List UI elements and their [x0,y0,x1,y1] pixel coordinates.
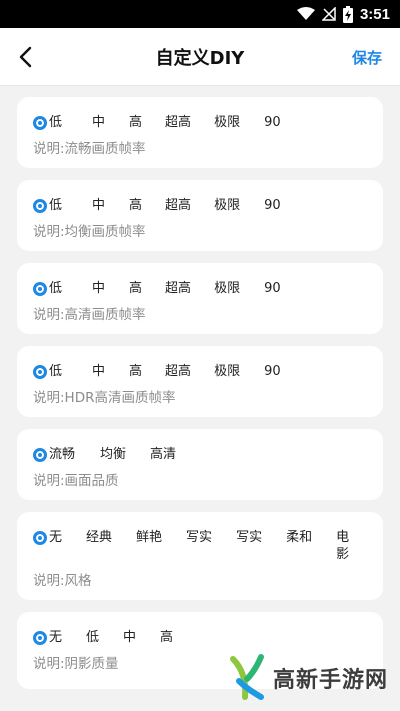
option-low[interactable]: 低 [33,114,62,131]
option-medium[interactable]: 中 [92,197,105,214]
card-description: 说明:风格 [33,573,92,589]
option-soft[interactable]: 柔和 [286,529,312,546]
app-bar: 自定义DIY 保存 [0,28,400,86]
option-90[interactable]: 90 [264,197,281,214]
option-low[interactable]: 低 [86,629,99,646]
card-description: 说明:HDR高清画质帧率 [33,390,176,406]
option-ultra[interactable]: 超高 [165,114,191,131]
option-high[interactable]: 高 [160,629,173,646]
option-ultra[interactable]: 超高 [165,363,191,380]
option-movie[interactable]: 电影 [336,529,350,563]
card-description: 说明:流畅画质帧率 [33,141,146,157]
back-arrow-icon [19,46,32,68]
setting-card-picture-quality: 流畅 均衡 高清 说明:画面品质 [17,429,383,500]
setting-card-hd-fps: 低 中 高 超高 极限 90 说明:高清画质帧率 [17,263,383,334]
radio-selected-icon [33,530,47,545]
option-high[interactable]: 高 [129,363,142,380]
radio-selected-icon [33,364,47,379]
option-classic[interactable]: 经典 [86,529,112,546]
card-description: 说明:高清画质帧率 [33,307,146,323]
option-realistic-2[interactable]: 写实 [236,529,262,546]
setting-card-style: 无 经典 鲜艳 写实 写实 柔和 电影 说明:风格 [17,512,383,600]
status-bar: 3:51 [0,0,400,28]
option-row: 无 经典 鲜艳 写实 写实 柔和 电影 [33,529,371,563]
option-smooth[interactable]: 流畅 [33,446,75,463]
option-row: 低 中 高 超高 极限 90 [33,114,371,131]
option-row: 低 中 高 超高 极限 90 [33,363,371,380]
option-low[interactable]: 低 [33,363,62,380]
option-high[interactable]: 高 [129,280,142,297]
option-extreme[interactable]: 极限 [214,280,240,297]
option-ultra[interactable]: 超高 [165,280,191,297]
setting-card-hdr-fps: 低 中 高 超高 极限 90 说明:HDR高清画质帧率 [17,346,383,417]
page-title: 自定义DIY [155,47,245,69]
option-90[interactable]: 90 [264,280,281,297]
option-realistic[interactable]: 写实 [186,529,212,546]
option-medium[interactable]: 中 [92,114,105,131]
back-button[interactable] [10,42,40,72]
radio-selected-icon [33,281,47,296]
radio-selected-icon [33,115,47,130]
option-none[interactable]: 无 [33,629,62,646]
option-low[interactable]: 低 [33,280,62,297]
option-vivid[interactable]: 鲜艳 [136,529,162,546]
watermark: 高新手游网 [225,653,388,703]
no-signal-icon [321,7,336,21]
option-balanced[interactable]: 均衡 [100,446,126,463]
option-row: 低 中 高 超高 极限 90 [33,197,371,214]
option-none[interactable]: 无 [33,529,62,546]
save-button[interactable]: 保存 [352,47,382,68]
watermark-text: 高新手游网 [272,668,388,693]
option-hd[interactable]: 高清 [150,446,176,463]
option-extreme[interactable]: 极限 [214,114,240,131]
watermark-logo-icon [229,654,264,700]
option-extreme[interactable]: 极限 [214,363,240,380]
option-medium[interactable]: 中 [92,363,105,380]
option-low[interactable]: 低 [33,197,62,214]
option-row: 流畅 均衡 高清 [33,446,371,463]
option-row: 无 低 中 高 [33,629,371,646]
status-time: 3:51 [359,5,390,23]
radio-selected-icon [33,447,47,462]
option-high[interactable]: 高 [129,197,142,214]
option-extreme[interactable]: 极限 [214,197,240,214]
option-medium[interactable]: 中 [92,280,105,297]
battery-charging-icon [342,5,353,23]
radio-selected-icon [33,630,47,645]
wifi-icon [296,7,315,20]
option-ultra[interactable]: 超高 [165,197,191,214]
setting-card-balanced-fps: 低 中 高 超高 极限 90 说明:均衡画质帧率 [17,180,383,251]
option-high[interactable]: 高 [129,114,142,131]
option-90[interactable]: 90 [264,363,281,380]
option-medium[interactable]: 中 [123,629,136,646]
option-row: 低 中 高 超高 极限 90 [33,280,371,297]
settings-list: 低 中 高 超高 极限 90 说明:流畅画质帧率 低 中 高 超高 极限 90 … [0,86,400,689]
radio-selected-icon [33,198,47,213]
setting-card-fluent-fps: 低 中 高 超高 极限 90 说明:流畅画质帧率 [17,97,383,168]
card-description: 说明:画面品质 [33,473,119,489]
option-90[interactable]: 90 [264,114,281,131]
card-description: 说明:均衡画质帧率 [33,224,146,240]
